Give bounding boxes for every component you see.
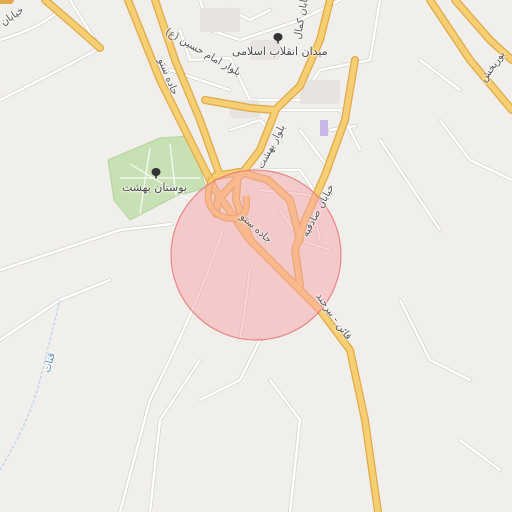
water-channel <box>0 299 61 471</box>
tree-icon[interactable] <box>150 167 162 179</box>
map-view[interactable]: میدان انقلاب اسلامی بوستان بهشت بلوار ام… <box>0 0 512 512</box>
square-label[interactable]: میدان انقلاب اسلامی <box>232 46 328 57</box>
park-label[interactable]: بوستان بهشت <box>122 182 187 193</box>
highlight-circle[interactable] <box>170 169 342 341</box>
tree-icon[interactable] <box>272 32 284 44</box>
map-canvas[interactable] <box>0 0 512 512</box>
